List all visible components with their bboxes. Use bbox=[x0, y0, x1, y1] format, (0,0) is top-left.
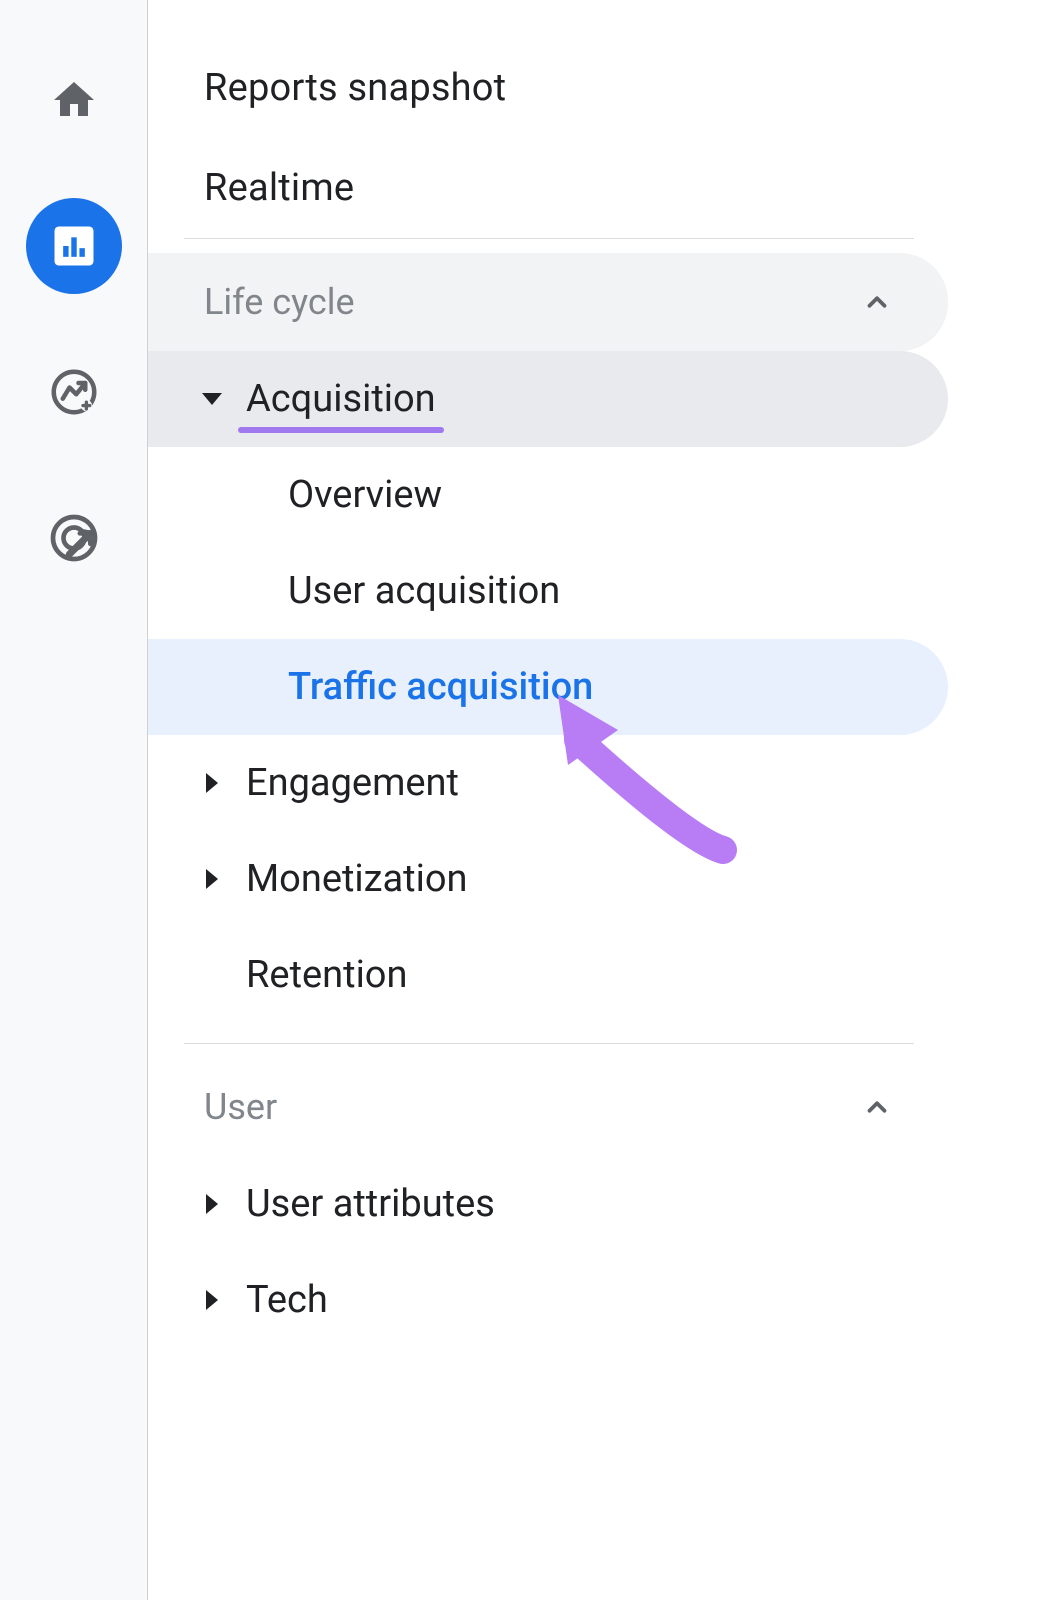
section-life-cycle[interactable]: Life cycle bbox=[148, 253, 948, 351]
explore-icon bbox=[47, 365, 101, 419]
section-label: User bbox=[204, 1086, 277, 1128]
rail-advertising[interactable] bbox=[26, 490, 122, 586]
category-label: Engagement bbox=[246, 761, 459, 805]
triangle-right-icon bbox=[178, 1290, 246, 1310]
rail-reports[interactable] bbox=[26, 198, 122, 294]
triangle-right-icon bbox=[178, 1194, 246, 1214]
category-label: Retention bbox=[246, 953, 407, 997]
sub-user-acquisition[interactable]: User acquisition bbox=[148, 543, 948, 639]
nav-realtime[interactable]: Realtime bbox=[148, 138, 1064, 238]
advertising-icon bbox=[46, 510, 102, 566]
nav-panel: Reports snapshot Realtime Life cycle Acq… bbox=[148, 0, 1064, 1600]
category-monetization[interactable]: Monetization bbox=[148, 831, 948, 927]
category-label: Acquisition bbox=[246, 377, 436, 421]
divider bbox=[184, 1043, 914, 1044]
rail-home[interactable] bbox=[26, 52, 122, 148]
category-label: User attributes bbox=[246, 1182, 495, 1226]
sub-traffic-acquisition[interactable]: Traffic acquisition bbox=[148, 639, 948, 735]
triangle-down-icon bbox=[178, 389, 246, 409]
section-label: Life cycle bbox=[204, 281, 355, 323]
category-engagement[interactable]: Engagement bbox=[148, 735, 948, 831]
category-acquisition[interactable]: Acquisition bbox=[148, 351, 948, 447]
icon-rail bbox=[0, 0, 148, 1600]
category-retention[interactable]: Retention bbox=[148, 927, 948, 1023]
home-icon bbox=[50, 76, 98, 124]
category-tech[interactable]: Tech bbox=[148, 1252, 948, 1348]
divider bbox=[184, 238, 914, 239]
chevron-up-icon bbox=[862, 1092, 892, 1122]
nav-reports-snapshot[interactable]: Reports snapshot bbox=[148, 38, 1064, 138]
triangle-right-icon bbox=[178, 773, 246, 793]
section-user[interactable]: User bbox=[148, 1058, 948, 1156]
category-label: Monetization bbox=[246, 857, 468, 901]
sub-overview[interactable]: Overview bbox=[148, 447, 948, 543]
triangle-right-icon bbox=[178, 869, 246, 889]
rail-explore[interactable] bbox=[26, 344, 122, 440]
category-label: Tech bbox=[246, 1278, 328, 1322]
chevron-up-icon bbox=[862, 287, 892, 317]
category-user-attributes[interactable]: User attributes bbox=[148, 1156, 948, 1252]
reports-icon bbox=[48, 220, 100, 272]
